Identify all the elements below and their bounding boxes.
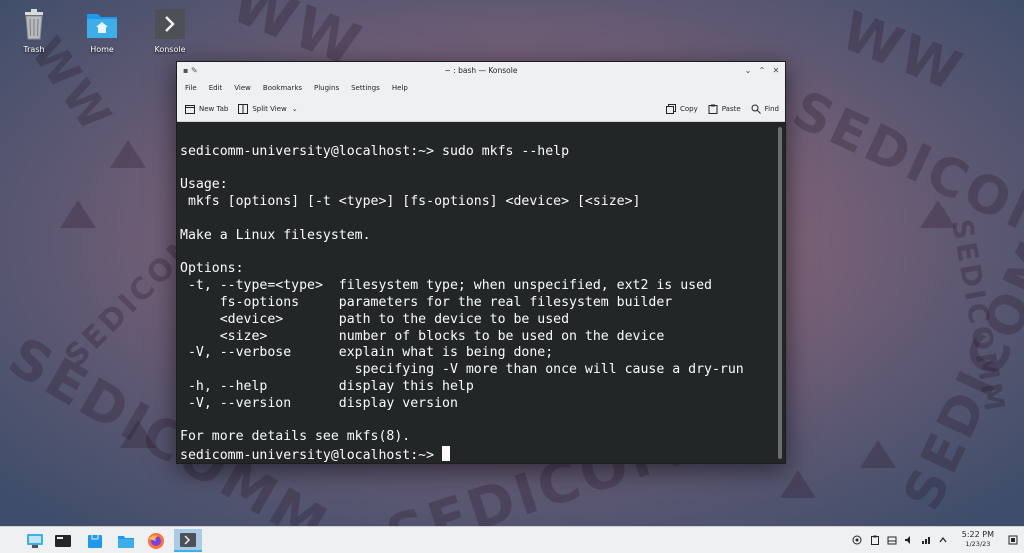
terminal-line: mkfs [options] [-t <type>] [fs-options] … bbox=[180, 194, 641, 210]
terminal-line: Options: bbox=[180, 261, 244, 277]
expand-tray-icon[interactable] bbox=[938, 535, 948, 545]
menu-view[interactable]: View bbox=[234, 84, 251, 92]
split-view-button[interactable]: Split View ⌄ bbox=[238, 103, 298, 114]
dolphin-launcher[interactable] bbox=[113, 529, 139, 552]
trash-icon bbox=[16, 6, 52, 42]
terminal-line: fs-options parameters for the real files… bbox=[180, 294, 673, 310]
menu-settings[interactable]: Settings bbox=[351, 84, 380, 92]
desktop-icon-trash[interactable]: Trash bbox=[4, 6, 64, 54]
terminal-line: specifying -V more than once will cause … bbox=[180, 362, 744, 378]
menu-bar: File Edit View Bookmarks Plugins Setting… bbox=[177, 80, 785, 96]
terminal-prompt: sedicomm-university@localhost:~> bbox=[180, 448, 443, 464]
close-icon[interactable]: ✕ bbox=[771, 62, 781, 80]
toolbar: New Tab Split View ⌄ Copy Paste Find bbox=[177, 96, 785, 122]
discover-icon bbox=[88, 534, 102, 548]
terminal-line: sedicomm-university@localhost:~> sudo mk… bbox=[180, 143, 570, 159]
home-folder-icon bbox=[84, 6, 120, 42]
title-bar[interactable]: ▪ ✎ ~ : bash — Konsole ⌄ ⌃ ✕ bbox=[177, 62, 785, 80]
konsole-task[interactable] bbox=[174, 529, 202, 552]
copy-button[interactable]: Copy bbox=[665, 104, 698, 114]
new-tab-button[interactable]: New Tab bbox=[185, 104, 228, 114]
window-menu-icon[interactable]: ▪ ✎ bbox=[183, 62, 198, 80]
terminal-cursor bbox=[442, 446, 451, 462]
terminal-line: <size> number of blocks to be used on th… bbox=[180, 328, 665, 344]
pager[interactable] bbox=[50, 529, 76, 552]
terminal-line: -h, --help display this help bbox=[180, 378, 474, 394]
konsole-window: ▪ ✎ ~ : bash — Konsole ⌄ ⌃ ✕ File Edit V… bbox=[176, 61, 786, 464]
terminal-line: <device> path to the device to be used bbox=[180, 311, 570, 327]
maximize-icon[interactable]: ⌃ bbox=[757, 62, 767, 80]
pager-icon bbox=[55, 534, 71, 547]
updates-icon[interactable] bbox=[852, 535, 862, 545]
terminal-line: -t, --type=<type> filesystem type; when … bbox=[180, 278, 712, 294]
application-launcher[interactable] bbox=[22, 529, 48, 552]
paste-icon bbox=[708, 104, 718, 114]
paste-button[interactable]: Paste bbox=[708, 104, 741, 114]
konsole-icon bbox=[180, 532, 196, 547]
volume-icon[interactable] bbox=[904, 535, 914, 545]
window-title: ~ : bash — Konsole bbox=[444, 66, 518, 75]
clock[interactable]: 5:22 PM 1/23/23 bbox=[962, 530, 994, 548]
konsole-icon bbox=[152, 6, 188, 42]
search-icon bbox=[751, 104, 761, 114]
terminal-line: Make a Linux filesystem. bbox=[180, 227, 371, 243]
clipboard-icon[interactable] bbox=[870, 535, 880, 545]
terminal-line: For more details see mkfs(8). bbox=[180, 429, 411, 445]
desktop-icon-konsole[interactable]: Konsole bbox=[140, 6, 200, 54]
dolphin-icon bbox=[118, 535, 134, 548]
network-icon[interactable] bbox=[921, 535, 931, 545]
terminal-line: -V, --verbose explain what is being done… bbox=[180, 345, 554, 361]
scrollbar-thumb[interactable] bbox=[778, 127, 782, 459]
menu-help[interactable]: Help bbox=[392, 84, 408, 92]
menu-file[interactable]: File bbox=[185, 84, 197, 92]
chevron-down-icon[interactable]: ⌄ bbox=[743, 62, 753, 80]
menu-edit[interactable]: Edit bbox=[209, 84, 223, 92]
firefox-icon bbox=[148, 532, 164, 549]
application-launcher-icon bbox=[27, 533, 43, 548]
menu-bookmarks[interactable]: Bookmarks bbox=[263, 84, 302, 92]
terminal-scrollbar[interactable] bbox=[775, 123, 785, 463]
peek-desktop-icon[interactable] bbox=[1008, 535, 1018, 545]
terminal-prompt-line: sedicomm-university@localhost:~> bbox=[180, 446, 772, 465]
new-tab-icon bbox=[185, 104, 195, 114]
menu-plugins[interactable]: Plugins bbox=[314, 84, 339, 92]
split-view-icon bbox=[238, 103, 249, 114]
desktop-icon-home[interactable]: Home bbox=[72, 6, 132, 54]
chevron-down-icon: ⌄ bbox=[291, 104, 298, 113]
disk-icon[interactable] bbox=[887, 535, 897, 545]
system-tray: 5:22 PM 1/23/23 bbox=[824, 527, 1024, 553]
terminal-line: -V, --version display version bbox=[180, 395, 458, 411]
find-button[interactable]: Find bbox=[751, 104, 779, 114]
discover-launcher[interactable] bbox=[82, 529, 108, 552]
terminal-output[interactable]: sedicomm-university@localhost:~> sudo mk… bbox=[177, 123, 775, 463]
taskbar: 5:22 PM 1/23/23 bbox=[0, 526, 1024, 553]
firefox-launcher[interactable] bbox=[143, 529, 169, 552]
terminal-line: Usage: bbox=[180, 177, 228, 193]
copy-icon bbox=[665, 104, 676, 114]
